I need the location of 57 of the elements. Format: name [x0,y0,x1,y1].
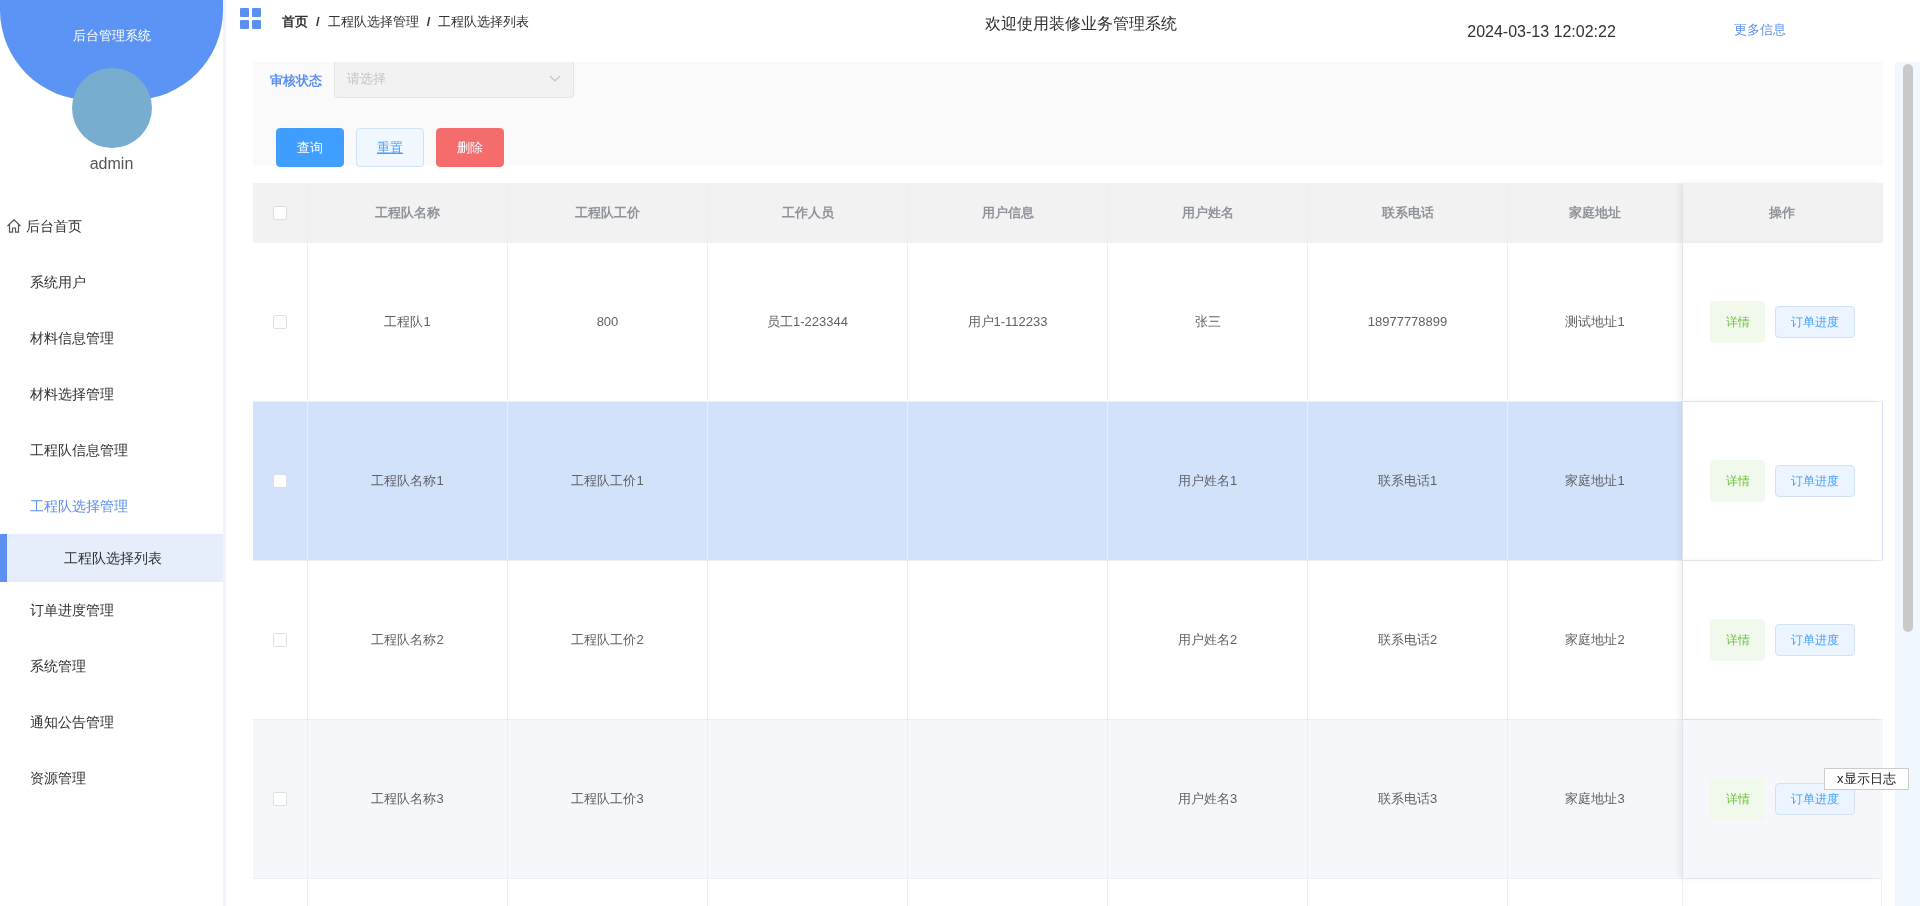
table-row[interactable]: 工程队1 800 员工1-223344 用户1-112233 张三 18977778899 测试地址1 详情 订单进度 [253,243,1883,402]
menu-item[interactable]: 系统管理 [0,638,223,694]
table-cell-text: 工程队工价2 [571,631,644,650]
table-cell-text: 工程队工价1 [571,472,644,491]
table-cell-text: 联系电话2 [1377,631,1438,650]
table-row[interactable]: 工程队名称2 工程队工价2 用户姓名2 联系电话2 家庭地址2 详情 订单进度 [253,561,1883,720]
table-cell-text: 工程队名称2 [371,631,444,650]
more-info-link[interactable]: 更多信息 [1733,20,1786,40]
menu-item[interactable]: 材料信息管理 [0,310,223,366]
breadcrumb-separator: / [316,13,320,31]
checkbox[interactable] [273,206,287,220]
menu-item[interactable]: 订单进度管理 [0,582,223,638]
datetime: 2024-03-13 12:02:22 [1467,22,1616,42]
table-cell-text: 用户姓名1 [1177,472,1238,491]
table-cell-text: 用户姓名3 [1177,790,1238,809]
grid-icon[interactable] [240,8,262,30]
table-cell-text: 用户1-112233 [967,313,1048,332]
log-toggle[interactable]: x显示日志 [1824,768,1909,790]
table-cell-text: 工程队工价3 [571,790,644,809]
menu-item[interactable]: 工程队信息管理 [0,422,223,478]
menu-item[interactable]: 资源管理 [0,750,223,806]
checkbox[interactable] [273,474,287,488]
menu-item[interactable]: 材料选择管理 [0,366,223,422]
breadcrumb-item[interactable]: 工程队选择管理 [327,12,419,32]
table-cell-text: 工程队名称3 [371,790,444,809]
menu-item[interactable]: 工程队选择管理 [0,478,223,534]
table-cell-text: 联系电话3 [1377,790,1438,809]
table-cell-text: 测试地址1 [1565,313,1625,332]
chevron-down-icon [549,75,561,83]
welcome-title: 欢迎使用装修业务管理系统 [985,14,1178,34]
menu-item[interactable]: 后台首页 [0,198,223,254]
menu-item[interactable]: 系统用户 [0,254,223,310]
table-row[interactable]: 工程队名称1 工程队工价1 用户姓名1 联系电话1 家庭地址1 详情 订单进度 [253,402,1883,561]
table-cell-text: 工程队名称1 [371,472,444,491]
scrollbar-thumb[interactable] [1902,64,1913,632]
checkbox[interactable] [273,792,287,806]
table-cell-text: 张三 [1194,313,1221,332]
home-icon [6,218,22,234]
menu-item[interactable]: 通知公告管理 [0,694,223,750]
submenu-item[interactable]: 工程队选择列表 [0,534,223,582]
breadcrumb-separator: / [426,13,431,31]
table-cell-text: 家庭地址3 [1565,790,1625,809]
app-title: 后台管理系统 [72,27,151,45]
breadcrumb-item[interactable]: 首页 [282,12,308,32]
checkbox[interactable] [273,315,287,329]
table-cell-text: 工程队1 [384,313,431,332]
table-cell-text: 用户姓名2 [1177,631,1238,650]
table-cell-text: 联系电话1 [1377,472,1438,491]
user-name: admin [89,154,134,174]
table-cell-text: 800 [596,313,619,332]
checkbox[interactable] [273,633,287,647]
table-cell-text: 家庭地址1 [1565,472,1625,491]
table-cell-text: 18977778899 [1367,313,1448,332]
table-cell-text: 家庭地址2 [1565,631,1625,650]
filter-label: 审核状态 [270,72,322,91]
table-cell-text: 员工1-223344 [767,313,848,332]
breadcrumb-item: 工程队选择列表 [438,13,530,31]
